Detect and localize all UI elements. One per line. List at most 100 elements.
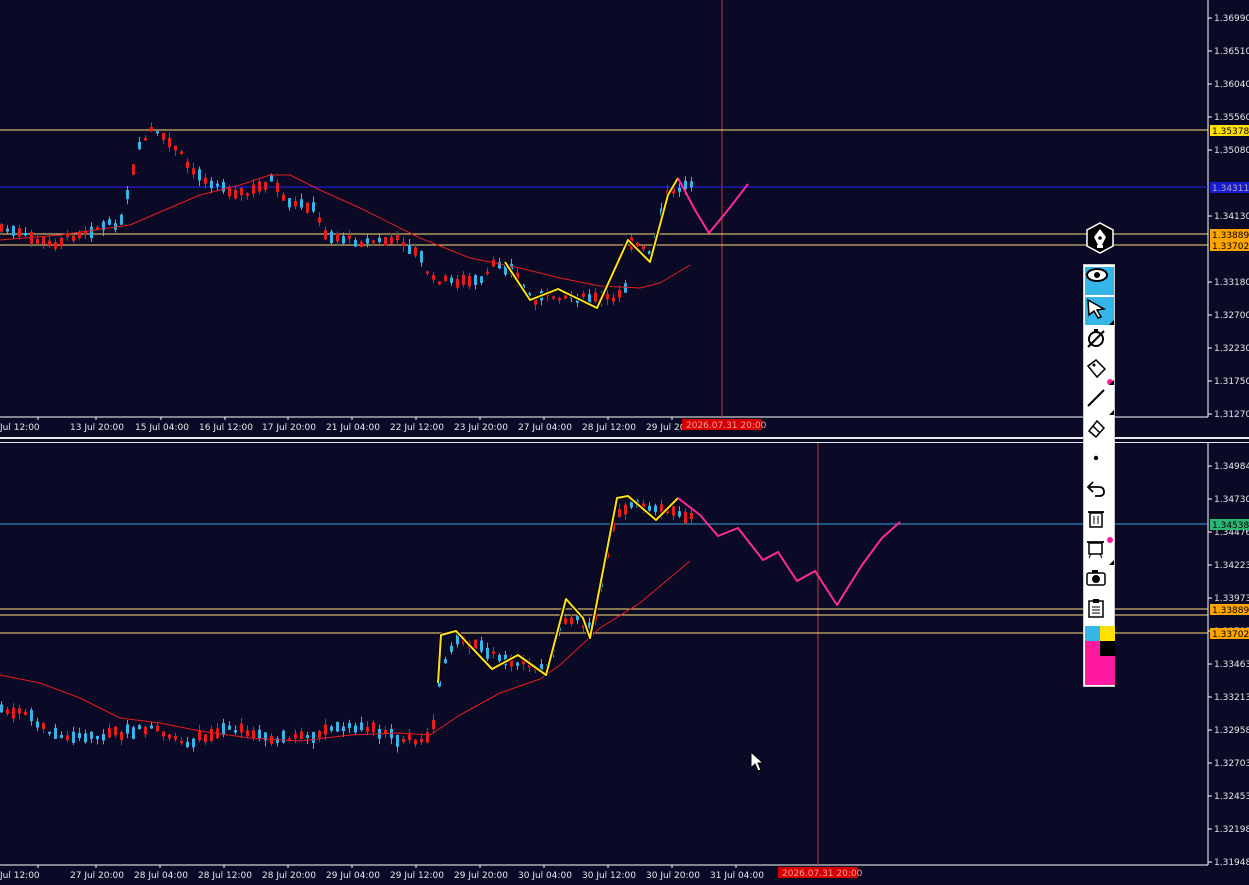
trash-tool-button[interactable] (1085, 507, 1114, 535)
top-chart[interactable]: 1.36990 1.36510 1.36040 1.35560 1.35080 1.341… (0, 0, 1249, 437)
candle (204, 177, 207, 184)
candle (438, 281, 441, 285)
submenu-triangle-icon (1109, 560, 1114, 565)
clipboard-tool-button[interactable] (1085, 597, 1114, 625)
candle (354, 240, 357, 247)
time-tick-label: 30 Jul 20:00 (646, 871, 700, 881)
candle (360, 241, 363, 248)
candle (564, 618, 567, 624)
eye-tool-button[interactable] (1085, 267, 1114, 295)
candle (342, 726, 345, 732)
candle (294, 200, 297, 207)
candle (138, 725, 141, 730)
cursor-tool-button[interactable] (1085, 297, 1114, 325)
eraser-tool-button[interactable] (1085, 417, 1114, 445)
candle (330, 231, 333, 244)
candle (462, 274, 465, 285)
undo-tool-button[interactable] (1085, 477, 1114, 505)
candle (36, 721, 39, 728)
candle (258, 729, 261, 740)
price-tick-label: 1.33213 (1214, 693, 1249, 703)
candle (474, 275, 477, 286)
current-price-label: 1.34311 (1212, 184, 1249, 194)
candle (450, 277, 453, 283)
color-swatch-black[interactable] (1100, 641, 1115, 656)
candle (144, 726, 147, 735)
candle (426, 271, 429, 274)
candle (414, 247, 417, 256)
candle (270, 175, 273, 182)
candle (390, 237, 393, 244)
forecast-line (677, 497, 901, 606)
candle (498, 262, 501, 269)
zigzag-shadow (503, 176, 680, 310)
candle (330, 726, 333, 731)
candle (192, 168, 195, 175)
candle (84, 733, 87, 743)
candle (264, 182, 267, 190)
candle (312, 731, 315, 743)
trash-marked-tool-button[interactable] (1085, 537, 1114, 565)
candle (594, 292, 597, 302)
submenu-triangle-icon (1109, 320, 1114, 325)
candle (318, 217, 321, 223)
time-tick-label: 30 Jul 04:00 (518, 871, 572, 881)
candle (222, 181, 225, 192)
price-tick-label: 1.36510 (1214, 47, 1249, 57)
price-tick-label: 1.32453 (1214, 792, 1249, 802)
crosshair-time-label: 2026.07.31 20:00 (686, 421, 767, 431)
candle (162, 731, 165, 737)
candle (234, 730, 237, 733)
crosshair-time-label: 2026.07.31 20:00 (782, 869, 863, 879)
candle (174, 145, 177, 151)
candle (420, 251, 423, 263)
time-tick-label: Jul 12:00 (0, 871, 40, 881)
candle (132, 164, 135, 175)
top-chart-pane[interactable]: 1.36990 1.36510 1.36040 1.35560 1.35080 1.341… (0, 0, 1249, 437)
dot-tool-button[interactable] (1085, 447, 1114, 475)
candle (468, 275, 471, 287)
candle (372, 240, 375, 243)
time-tick-label: 29 Jul 20:00 (454, 871, 508, 881)
candle (336, 233, 339, 242)
candle (30, 709, 33, 722)
bottom-chart[interactable]: 1.349841.347301.344761.342231.339731.337… (0, 443, 1249, 885)
candle (174, 736, 177, 740)
price-tick-label: 1.33973 (1214, 594, 1249, 604)
no-stopwatch-tool-button[interactable] (1085, 327, 1114, 355)
submenu-triangle-icon (1109, 410, 1114, 415)
candle (0, 224, 3, 232)
tag-tool-button[interactable] (1085, 357, 1114, 385)
candle (642, 245, 645, 250)
price-tick-label: 1.31270 (1214, 410, 1249, 420)
candle (228, 725, 231, 730)
candle (564, 295, 567, 299)
candle (684, 511, 687, 524)
candle (456, 279, 459, 288)
camera-tool-button[interactable] (1085, 567, 1114, 595)
candle (552, 296, 555, 299)
candle (186, 741, 189, 748)
candle (300, 731, 303, 740)
candle (342, 236, 345, 244)
candle (132, 727, 135, 739)
candle (192, 738, 195, 748)
time-tick-label: 27 Jul 20:00 (70, 871, 124, 881)
candle (612, 297, 615, 302)
candle (582, 293, 585, 297)
candle (348, 235, 351, 239)
candle (270, 736, 273, 744)
color-palette[interactable] (1085, 626, 1115, 685)
price-level-label: 1.33702 (1212, 242, 1249, 252)
candle (102, 733, 105, 741)
candle (282, 194, 285, 201)
color-swatch-blue[interactable] (1085, 626, 1100, 641)
line-tool-button[interactable] (1085, 387, 1114, 415)
color-swatch-yellow[interactable] (1100, 626, 1115, 641)
bottom-chart-pane[interactable]: 1.349841.347301.344761.342231.339731.337… (0, 443, 1249, 885)
candle (6, 709, 9, 714)
pen-tool-icon[interactable] (1084, 222, 1116, 254)
price-tick-label: 1.32198 (1214, 825, 1249, 835)
candle (180, 740, 183, 744)
price-tick-label: 1.35560 (1214, 113, 1249, 123)
